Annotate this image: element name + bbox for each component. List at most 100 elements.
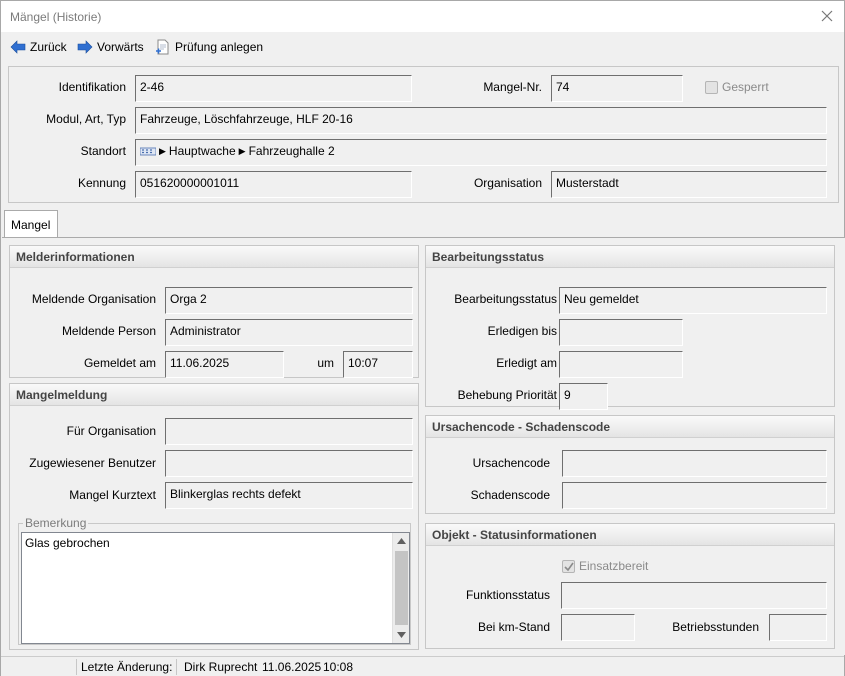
bearbeitungsstatus-field[interactable]: Neu gemeldet (559, 287, 827, 314)
organisation-label: Organisation (473, 176, 542, 190)
check-icon (564, 562, 574, 571)
einsatzbereit-checkbox[interactable]: Einsatzbereit (562, 559, 648, 573)
erledigt-am-label: Erledigt am (496, 356, 557, 370)
zugewiesener-benutzer-label: Zugewiesener Benutzer (29, 456, 156, 470)
objekt-group-title: Objekt - Statusinformationen (426, 524, 834, 546)
mangel-kurztext-label: Mangel Kurztext (69, 488, 156, 502)
bemerkung-textarea[interactable]: Glas gebrochen (21, 532, 410, 644)
bemerkung-text: Glas gebrochen (25, 536, 110, 550)
scroll-down-icon (397, 632, 406, 638)
behebung-prioritaet-label: Behebung Priorität (457, 388, 557, 402)
meldende-person-label: Meldende Person (61, 324, 156, 338)
bemerkung-scrollbar[interactable] (392, 533, 409, 643)
dialog-window: Mängel (Historie) Zurück Vorwärts Prüfun… (0, 0, 845, 676)
scrollbar-thumb[interactable] (395, 551, 408, 625)
gemeldet-am-label: Gemeldet am (83, 356, 156, 370)
path-separator-icon: ▶ (159, 145, 166, 156)
create-check-button[interactable]: Prüfung anlegen (155, 38, 263, 56)
erledigen-bis-field[interactable] (559, 319, 683, 346)
melder-group-title: Melderinformationen (10, 246, 418, 268)
gemeldet-um-field[interactable]: 10:07 (343, 351, 413, 378)
toolbar: Zurück Vorwärts Prüfung anlegen (1, 32, 844, 62)
document-add-icon (156, 39, 169, 55)
scroll-up-icon (397, 538, 406, 544)
codes-group-title: Ursachencode - Schadenscode (426, 416, 834, 438)
meldende-person-field[interactable]: Administrator (165, 319, 413, 346)
last-change-user: Dirk Ruprecht (184, 660, 258, 674)
organisation-field[interactable]: Musterstadt (551, 171, 827, 198)
tab-content: Melderinformationen Meldende Organisatio… (2, 237, 845, 655)
header-panel: Identifikation 2-46 Mangel-Nr. 74 Gesper… (8, 66, 839, 203)
mangelmeldung-group: Mangelmeldung Für Organisation Zugewiese… (9, 383, 419, 650)
fuer-org-field[interactable] (165, 418, 413, 445)
erledigt-am-field[interactable] (559, 351, 683, 378)
status-bar: Letzte Änderung: Dirk Ruprecht 11.06.202… (1, 656, 844, 676)
arrow-left-icon (10, 40, 26, 54)
tab-mangel-label: Mangel (11, 218, 51, 232)
forward-label: Vorwärts (97, 40, 144, 54)
status-divider (176, 659, 177, 675)
km-stand-label: Bei km-Stand (477, 620, 550, 634)
arrow-right-icon (77, 40, 93, 54)
betriebsstunden-label: Betriebsstunden (672, 620, 759, 634)
meldende-org-field[interactable]: Orga 2 (165, 287, 413, 314)
create-check-label: Prüfung anlegen (175, 40, 264, 54)
gesperrt-checkbox[interactable]: Gesperrt (705, 80, 769, 94)
mangel-nr-field[interactable]: 74 (551, 75, 683, 102)
fuer-org-label: Für Organisation (66, 424, 156, 438)
mangelmeldung-group-title: Mangelmeldung (10, 384, 418, 406)
standort-field[interactable]: ▶ Hauptwache ▶ Fahrzeughalle 2 (135, 139, 827, 166)
einsatzbereit-label: Einsatzbereit (579, 559, 649, 573)
location-tree-icon (140, 147, 156, 156)
erledigen-bis-label: Erledigen bis (487, 324, 557, 338)
last-change-label: Letzte Änderung: (81, 660, 173, 674)
bearbeitung-group: Bearbeitungsstatus Bearbeitungsstatus Ne… (425, 245, 835, 410)
forward-button[interactable]: Vorwärts (77, 38, 144, 56)
path-separator-icon: ▶ (238, 145, 246, 156)
schadenscode-field[interactable] (562, 482, 827, 509)
modul-label: Modul, Art, Typ (46, 112, 126, 126)
standort-part-2: Fahrzeughalle 2 (248, 144, 335, 158)
last-change-date: 11.06.2025 (262, 660, 322, 674)
funktionsstatus-field[interactable] (561, 582, 827, 609)
objekt-group: Objekt - Statusinformationen Einsatzbere… (425, 523, 835, 649)
last-change-time: 10:08 (323, 660, 354, 674)
close-button[interactable] (816, 5, 838, 27)
modul-field[interactable]: Fahrzeuge, Löschfahrzeuge, HLF 20-16 (135, 107, 827, 134)
checkbox-checked (562, 559, 575, 573)
kennung-label: Kennung (77, 176, 126, 190)
standort-label: Standort (80, 144, 126, 158)
behebung-prioritaet-field[interactable]: 9 (559, 383, 608, 410)
tab-mangel[interactable]: Mangel (4, 210, 58, 238)
zugewiesener-benutzer-field[interactable] (165, 450, 413, 477)
identifikation-field[interactable]: 2-46 (135, 75, 412, 102)
gesperrt-label: Gesperrt (722, 80, 769, 94)
schadenscode-label: Schadenscode (470, 488, 550, 502)
bearbeitung-group-title: Bearbeitungsstatus (426, 246, 834, 268)
um-label: um (317, 356, 334, 370)
title-bar: Mängel (Historie) (1, 1, 844, 32)
back-label: Zurück (30, 40, 67, 54)
ursachencode-label: Ursachencode (472, 456, 550, 470)
window-title: Mängel (Historie) (10, 10, 102, 24)
mangel-kurztext-field[interactable]: Blinkerglas rechts defekt (165, 482, 413, 509)
kennung-field[interactable]: 051620000001011 (135, 171, 412, 198)
back-button[interactable]: Zurück (10, 38, 67, 56)
funktionsstatus-label: Funktionsstatus (465, 588, 550, 602)
km-stand-field[interactable] (561, 614, 635, 641)
betriebsstunden-field[interactable] (769, 614, 827, 641)
checkbox-box (705, 80, 718, 94)
mangel-nr-label: Mangel-Nr. (483, 80, 542, 94)
bearbeitungsstatus-label: Bearbeitungsstatus (454, 292, 557, 306)
melder-group: Melderinformationen Meldende Organisatio… (9, 245, 419, 378)
standort-part-1: Hauptwache (168, 144, 236, 158)
ursachencode-field[interactable] (562, 450, 827, 477)
codes-group: Ursachencode - Schadenscode Ursachencode… (425, 415, 835, 514)
bemerkung-label: Bemerkung (23, 516, 89, 530)
bemerkung-fieldset: Bemerkung Glas gebrochen (18, 516, 411, 645)
gemeldet-am-field[interactable]: 11.06.2025 (165, 351, 284, 378)
identifikation-label: Identifikation (58, 80, 126, 94)
close-icon (821, 10, 833, 22)
meldende-org-label: Meldende Organisation (31, 292, 156, 306)
status-divider (76, 659, 77, 675)
